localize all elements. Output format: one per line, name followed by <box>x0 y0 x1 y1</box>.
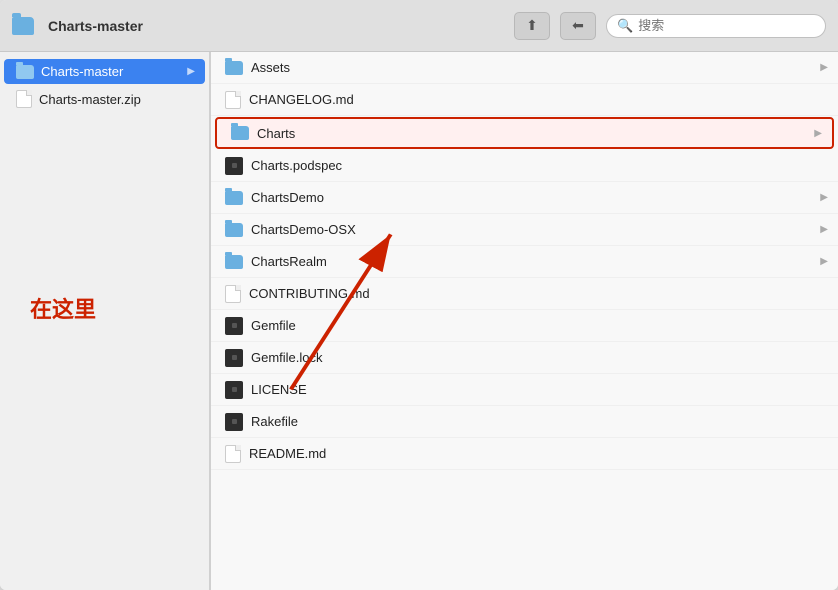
sidebar: Charts-master ▶ Charts-master.zip 在这里 <box>0 52 210 590</box>
chevron-right-icon: ▶ <box>820 224 828 235</box>
file-list-item-rakefile[interactable]: Rakefile <box>211 406 838 438</box>
file-list-item-charts-podspec[interactable]: Charts.podspec <box>211 150 838 182</box>
sidebar-item-label: Charts-master <box>41 64 123 79</box>
share-button[interactable]: ⬆ <box>514 12 550 40</box>
file-list-item-readme[interactable]: README.md <box>211 438 838 470</box>
folder-icon <box>225 223 243 237</box>
search-bar: 🔍 <box>606 14 826 38</box>
folder-icon <box>225 255 243 269</box>
dark-file-icon <box>225 317 243 335</box>
file-icon <box>225 285 241 303</box>
file-list-item-assets[interactable]: Assets ▶ <box>211 52 838 84</box>
file-list-item-gemfile-lock[interactable]: Gemfile.lock <box>211 342 838 374</box>
file-item-label: Gemfile.lock <box>251 350 828 365</box>
folder-icon <box>231 126 249 140</box>
search-input[interactable] <box>638 18 798 33</box>
back-button[interactable]: ⬅ <box>560 12 596 40</box>
sidebar-item-charts-master[interactable]: Charts-master ▶ <box>4 59 205 84</box>
file-list-item-changelog[interactable]: CHANGELOG.md <box>211 84 838 116</box>
file-icon <box>16 90 32 108</box>
file-list-item-charts-realm[interactable]: ChartsRealm ▶ <box>211 246 838 278</box>
window-title: Charts-master <box>48 18 504 34</box>
folder-icon <box>225 61 243 75</box>
dark-file-icon <box>225 349 243 367</box>
file-list-item-charts-demo[interactable]: ChartsDemo ▶ <box>211 182 838 214</box>
sidebar-item-zip[interactable]: Charts-master.zip <box>4 85 205 113</box>
chevron-right-icon: ▶ <box>187 66 195 77</box>
file-list-item-charts[interactable]: Charts ▶ <box>215 117 834 149</box>
annotation-label: 在这里 <box>30 292 96 324</box>
back-icon: ⬅ <box>572 17 584 34</box>
file-item-label: CONTRIBUTING.md <box>249 286 828 301</box>
file-item-label: README.md <box>249 446 828 461</box>
file-item-label: Gemfile <box>251 318 828 333</box>
file-item-label: Rakefile <box>251 414 828 429</box>
file-icon <box>225 445 241 463</box>
chevron-right-icon: ▶ <box>820 62 828 73</box>
titlebar: Charts-master ⬆ ⬅ 🔍 <box>0 0 838 52</box>
file-item-label: ChartsDemo-OSX <box>251 222 812 237</box>
file-item-label: ChartsDemo <box>251 190 812 205</box>
share-icon: ⬆ <box>526 17 538 34</box>
dark-file-icon <box>225 381 243 399</box>
file-list-item-contributing[interactable]: CONTRIBUTING.md <box>211 278 838 310</box>
file-list: Assets ▶ CHANGELOG.md Charts ▶ Charts.podspec… <box>211 52 838 470</box>
file-list-item-gemfile[interactable]: Gemfile <box>211 310 838 342</box>
chevron-right-icon: ▶ <box>820 256 828 267</box>
main-area: Charts-master ▶ Charts-master.zip 在这里 As… <box>0 52 838 590</box>
file-item-label: LICENSE <box>251 382 828 397</box>
file-list-item-charts-demo-osx[interactable]: ChartsDemo-OSX ▶ <box>211 214 838 246</box>
sidebar-item-zip-label: Charts-master.zip <box>39 92 141 107</box>
dark-file-icon <box>225 157 243 175</box>
file-item-label: Charts <box>257 126 806 141</box>
file-item-label: CHANGELOG.md <box>249 92 828 107</box>
file-icon <box>225 91 241 109</box>
chevron-right-icon: ▶ <box>814 128 822 139</box>
dark-file-icon <box>225 413 243 431</box>
file-item-label: Charts.podspec <box>251 158 828 173</box>
search-icon: 🔍 <box>617 18 633 34</box>
titlebar-folder-icon <box>12 17 34 35</box>
right-panel: Assets ▶ CHANGELOG.md Charts ▶ Charts.podspec… <box>211 52 838 590</box>
file-item-label: ChartsRealm <box>251 254 812 269</box>
file-item-label: Assets <box>251 60 812 75</box>
finder-window: Charts-master ⬆ ⬅ 🔍 Charts-master ▶ Char… <box>0 0 838 590</box>
folder-icon <box>16 65 34 79</box>
chevron-right-icon: ▶ <box>820 192 828 203</box>
folder-icon <box>225 191 243 205</box>
file-list-item-license[interactable]: LICENSE <box>211 374 838 406</box>
